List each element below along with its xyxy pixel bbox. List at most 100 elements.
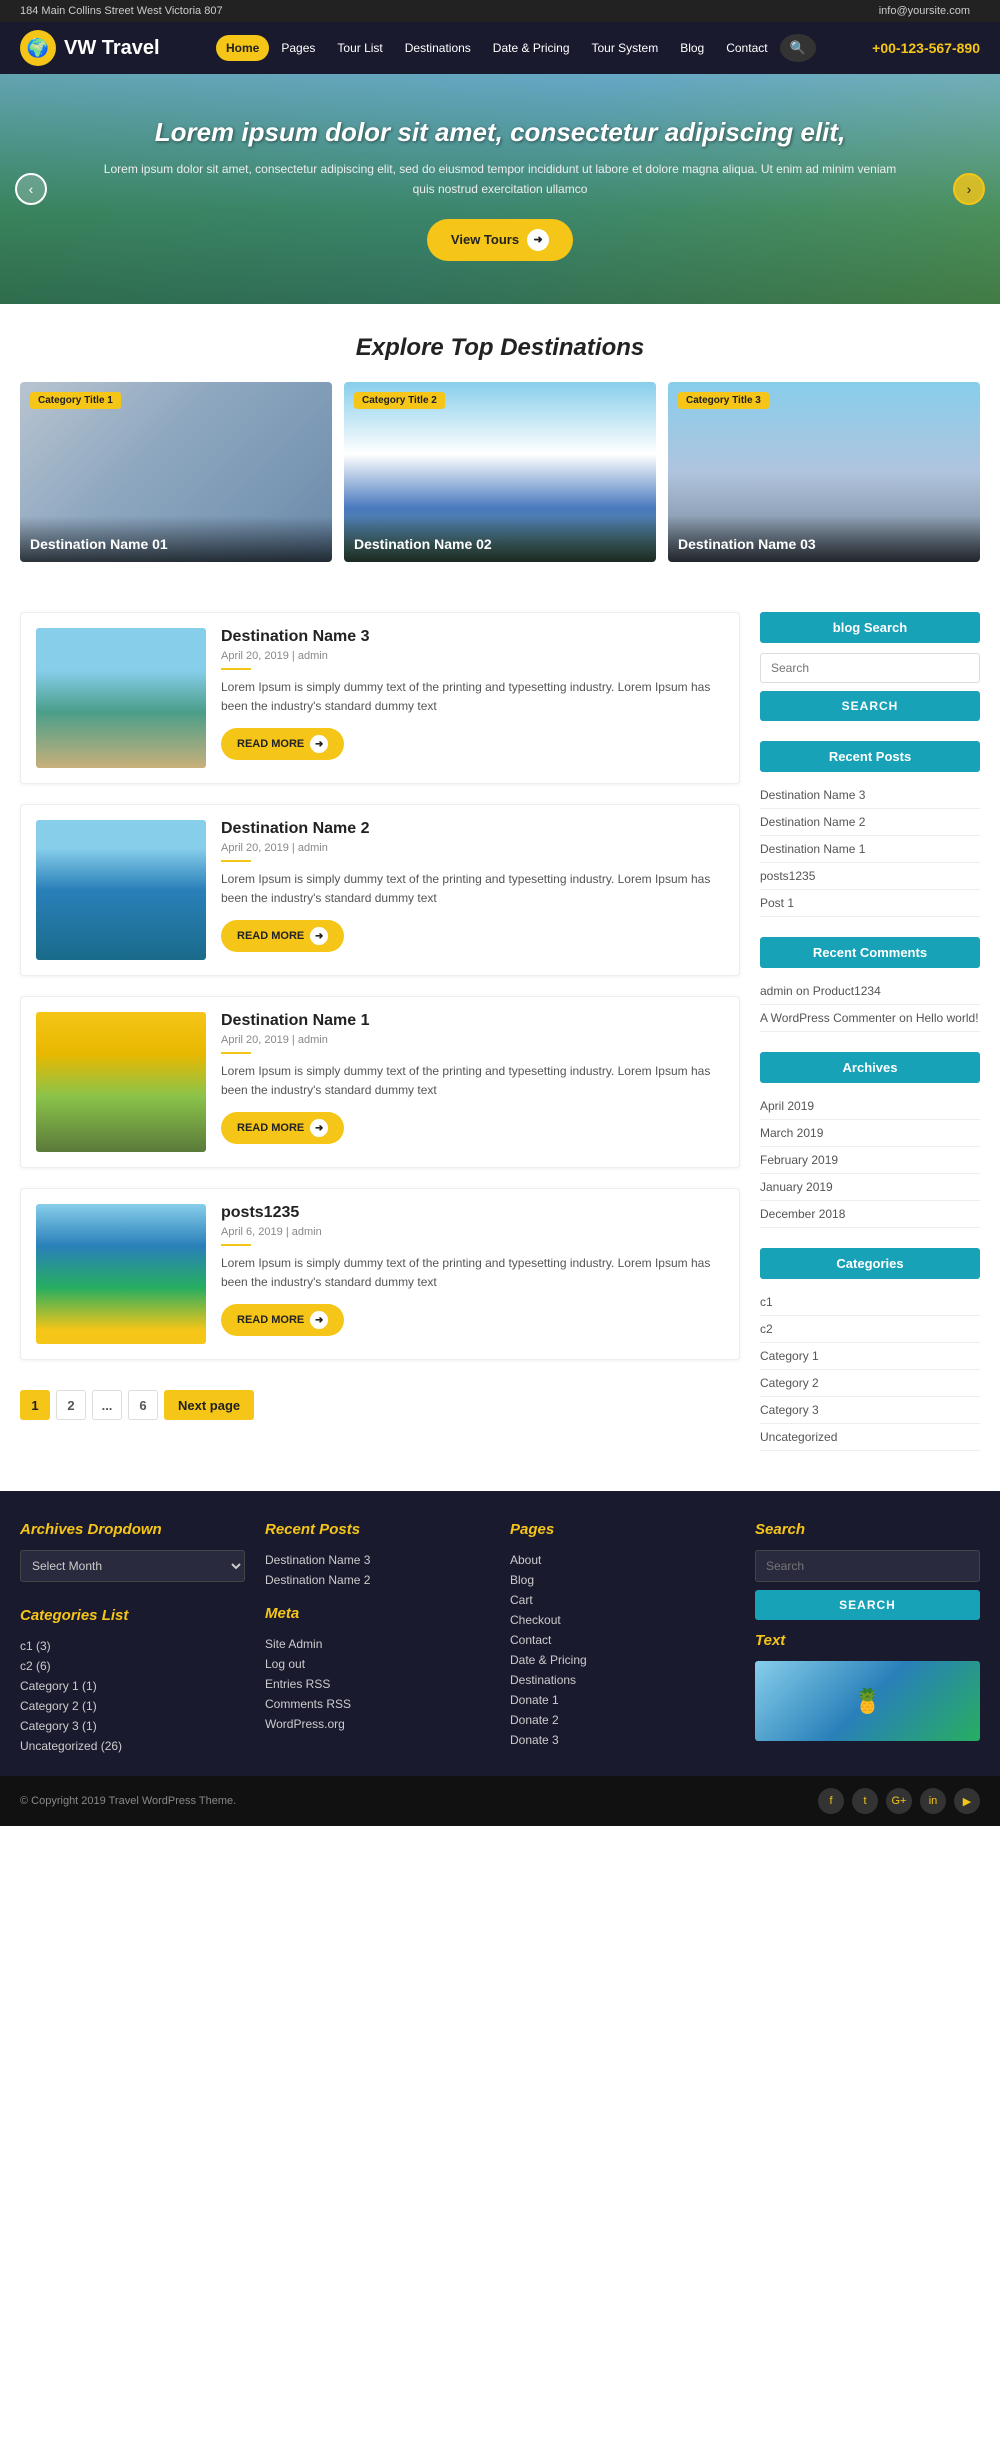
footer-meta-logout: Log out <box>265 1654 490 1674</box>
social-youtube-icon[interactable]: ▶ <box>954 1788 980 1814</box>
footer-search-button[interactable]: SEARCH <box>755 1590 980 1620</box>
footer-cat-2-link[interactable]: Category 2 (1) <box>20 1699 97 1713</box>
recent-posts-list: Destination Name 3 Destination Name 2 De… <box>760 782 980 917</box>
footer-page-about-link[interactable]: About <box>510 1553 541 1567</box>
footer-cat-uncategorized-link[interactable]: Uncategorized (26) <box>20 1739 122 1753</box>
footer-page-date-pricing-link[interactable]: Date & Pricing <box>510 1653 587 1667</box>
footer-meta-entries-rss-link[interactable]: Entries RSS <box>265 1677 330 1691</box>
blog-post-3-image <box>36 1012 206 1152</box>
sidebar: blog Search SEARCH Recent Posts Destinat… <box>760 612 980 1471</box>
recent-post-item-5: Post 1 <box>760 890 980 917</box>
footer-meta-logout-link[interactable]: Log out <box>265 1657 305 1671</box>
recent-post-link-2[interactable]: Destination Name 2 <box>760 815 865 829</box>
category-link-uncategorized[interactable]: Uncategorized <box>760 1430 837 1444</box>
footer-page-destinations-link[interactable]: Destinations <box>510 1673 576 1687</box>
header: 🌍 VW Travel Home Pages Tour List Destina… <box>0 22 1000 74</box>
sidebar-archives-widget: Archives April 2019 March 2019 February … <box>760 1052 980 1228</box>
footer-meta-site-admin-link[interactable]: Site Admin <box>265 1637 322 1651</box>
nav-pages[interactable]: Pages <box>271 35 325 61</box>
destination-card-2[interactable]: Category Title 2 Destination Name 02 <box>344 382 656 562</box>
recent-post-item-2: Destination Name 2 <box>760 809 980 836</box>
footer-page-cart-link[interactable]: Cart <box>510 1593 533 1607</box>
blog-post-4-image <box>36 1204 206 1344</box>
destination-card-1[interactable]: Category Title 1 Destination Name 01 <box>20 382 332 562</box>
blog-post-3-title: Destination Name 1 <box>221 1012 724 1030</box>
social-linkedin-icon[interactable]: in <box>920 1788 946 1814</box>
blog-post-2-content: Destination Name 2 April 20, 2019 | admi… <box>221 820 724 960</box>
blog-post-2-image <box>36 820 206 960</box>
nav-tour-system[interactable]: Tour System <box>582 35 669 61</box>
header-search-button[interactable]: 🔍 <box>780 34 816 62</box>
hero-prev-button[interactable]: ‹ <box>15 173 47 205</box>
sidebar-search-input[interactable] <box>760 653 980 683</box>
footer-cat-3-link[interactable]: Category 3 (1) <box>20 1719 97 1733</box>
recent-post-link-1[interactable]: Destination Name 3 <box>760 788 865 802</box>
archive-link-january[interactable]: January 2019 <box>760 1180 833 1194</box>
page-ellipsis-button[interactable]: ... <box>92 1390 122 1420</box>
recent-posts-title: Recent Posts <box>760 741 980 772</box>
footer-rp-2-link[interactable]: Destination Name 2 <box>265 1573 370 1587</box>
category-link-1[interactable]: Category 1 <box>760 1349 819 1363</box>
page-next-button[interactable]: Next page <box>164 1390 254 1420</box>
page-1-button[interactable]: 1 <box>20 1390 50 1420</box>
nav-blog[interactable]: Blog <box>670 35 714 61</box>
footer-recent-posts-title: Recent Posts <box>265 1521 490 1538</box>
blog-post-3-read-more[interactable]: READ MORE ➜ <box>221 1112 344 1144</box>
footer-pages-widget: Pages About Blog Cart Checkout Contact D… <box>510 1521 735 1756</box>
recent-post-link-5[interactable]: Post 1 <box>760 896 794 910</box>
category-link-c2[interactable]: c2 <box>760 1322 773 1336</box>
archive-link-april[interactable]: April 2019 <box>760 1099 814 1113</box>
social-facebook-icon[interactable]: f <box>818 1788 844 1814</box>
recent-post-link-3[interactable]: Destination Name 1 <box>760 842 865 856</box>
main-nav: Home Pages Tour List Destinations Date &… <box>216 34 816 62</box>
nav-contact[interactable]: Contact <box>716 35 777 61</box>
archive-link-march[interactable]: March 2019 <box>760 1126 823 1140</box>
page-2-button[interactable]: 2 <box>56 1390 86 1420</box>
archive-link-december[interactable]: December 2018 <box>760 1207 845 1221</box>
sidebar-search-button[interactable]: SEARCH <box>760 691 980 721</box>
search-widget: SEARCH <box>760 653 980 721</box>
footer-cat-c1-link[interactable]: c1 (3) <box>20 1639 51 1653</box>
archive-link-february[interactable]: February 2019 <box>760 1153 838 1167</box>
archive-item-january: January 2019 <box>760 1174 980 1201</box>
footer-cat-c2-link[interactable]: c2 (6) <box>20 1659 51 1673</box>
footer-month-select[interactable]: Select Month <box>20 1550 245 1582</box>
blog-post-4-title: posts1235 <box>221 1204 724 1222</box>
social-twitter-icon[interactable]: t <box>852 1788 878 1814</box>
category-item-2: Category 2 <box>760 1370 980 1397</box>
category-link-3[interactable]: Category 3 <box>760 1403 819 1417</box>
footer-rp-1-link[interactable]: Destination Name 3 <box>265 1553 370 1567</box>
footer-page-donate1-link[interactable]: Donate 1 <box>510 1693 559 1707</box>
footer-page-contact-link[interactable]: Contact <box>510 1633 551 1647</box>
main-content: Destination Name 3 April 20, 2019 | admi… <box>0 592 1000 1491</box>
category-link-2[interactable]: Category 2 <box>760 1376 819 1390</box>
footer-page-blog-link[interactable]: Blog <box>510 1573 534 1587</box>
blog-post-3-meta: April 20, 2019 | admin <box>221 1034 724 1046</box>
blog-post-2-read-more[interactable]: READ MORE ➜ <box>221 920 344 952</box>
footer-meta-wordpress-link[interactable]: WordPress.org <box>265 1717 345 1731</box>
footer-page-donate2-link[interactable]: Donate 2 <box>510 1713 559 1727</box>
blog-post-4-read-more[interactable]: READ MORE ➜ <box>221 1304 344 1336</box>
copyright-text: © Copyright 2019 Travel WordPress Theme. <box>20 1795 236 1807</box>
page-6-button[interactable]: 6 <box>128 1390 158 1420</box>
footer-search-input[interactable] <box>755 1550 980 1582</box>
blog-post-3: Destination Name 1 April 20, 2019 | admi… <box>20 996 740 1168</box>
read-more-label-1: READ MORE <box>237 738 304 750</box>
social-googleplus-icon[interactable]: G+ <box>886 1788 912 1814</box>
footer-cat-1-link[interactable]: Category 1 (1) <box>20 1679 97 1693</box>
footer-meta-comments-rss-link[interactable]: Comments RSS <box>265 1697 351 1711</box>
recent-post-link-4[interactable]: posts1235 <box>760 869 815 883</box>
recent-comments-title: Recent Comments <box>760 937 980 968</box>
blog-post-1-read-more[interactable]: READ MORE ➜ <box>221 728 344 760</box>
footer-page-donate3-link[interactable]: Donate 3 <box>510 1733 559 1747</box>
nav-destinations[interactable]: Destinations <box>395 35 481 61</box>
nav-tour-list[interactable]: Tour List <box>327 35 392 61</box>
category-link-c1[interactable]: c1 <box>760 1295 773 1309</box>
hero-cta-button[interactable]: View Tours ➜ <box>427 219 573 261</box>
blog-post-1-title: Destination Name 3 <box>221 628 724 646</box>
nav-home[interactable]: Home <box>216 35 269 61</box>
destination-card-3[interactable]: Category Title 3 Destination Name 03 <box>668 382 980 562</box>
nav-date-pricing[interactable]: Date & Pricing <box>483 35 580 61</box>
footer-page-checkout-link[interactable]: Checkout <box>510 1613 561 1627</box>
hero-next-button[interactable]: › <box>953 173 985 205</box>
